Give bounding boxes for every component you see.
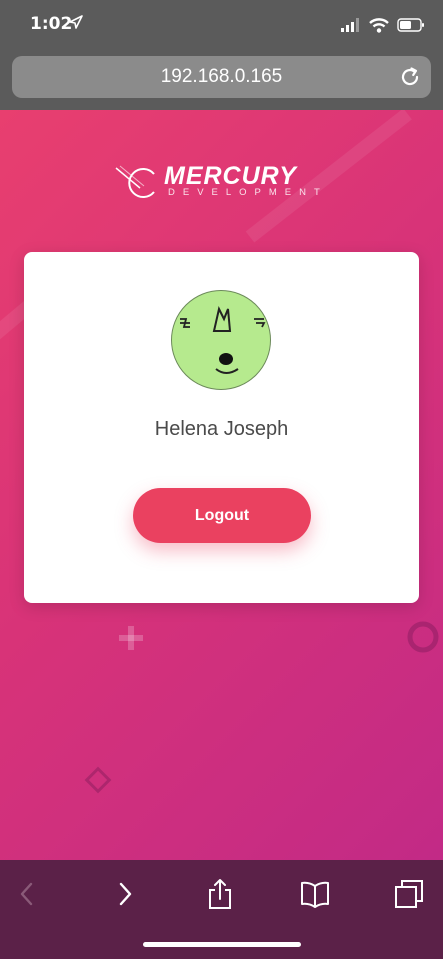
- battery-icon: [397, 18, 424, 32]
- status-bar: 1:02: [0, 0, 443, 56]
- mercury-logo: MERCURY DEVELOPMENT: [110, 162, 330, 202]
- status-icons: [341, 16, 425, 34]
- logo-subtitle: DEVELOPMENT: [168, 187, 328, 198]
- page-content: MERCURY DEVELOPMENT Helena Joseph Logout: [0, 110, 443, 860]
- reload-icon[interactable]: [399, 66, 421, 88]
- avatar-face-icon: [180, 306, 266, 374]
- tabs-icon[interactable]: [393, 878, 425, 910]
- profile-card: Helena Joseph Logout: [24, 252, 419, 603]
- status-time: 1:02: [30, 14, 73, 34]
- mercury-logo-mark: [115, 165, 155, 198]
- user-name: Helena Joseph: [154, 418, 289, 440]
- logout-button[interactable]: Logout: [133, 488, 311, 543]
- browser-address-area: 192.168.0.165: [0, 56, 443, 110]
- diamond-decoration-icon: [84, 766, 112, 794]
- url-text[interactable]: 192.168.0.165: [161, 66, 283, 88]
- forward-icon[interactable]: [108, 878, 140, 910]
- back-icon[interactable]: [12, 878, 44, 910]
- address-bar[interactable]: 192.168.0.165: [12, 56, 431, 98]
- bookmarks-icon[interactable]: [299, 878, 331, 910]
- ring-decoration-icon: [407, 621, 439, 653]
- location-arrow-icon: [69, 15, 83, 29]
- plus-decoration-icon: [119, 626, 143, 650]
- signal-icon: [341, 18, 359, 32]
- avatar: [171, 290, 271, 390]
- home-indicator[interactable]: [143, 942, 301, 947]
- share-icon[interactable]: [204, 878, 236, 910]
- wifi-icon: [369, 17, 389, 33]
